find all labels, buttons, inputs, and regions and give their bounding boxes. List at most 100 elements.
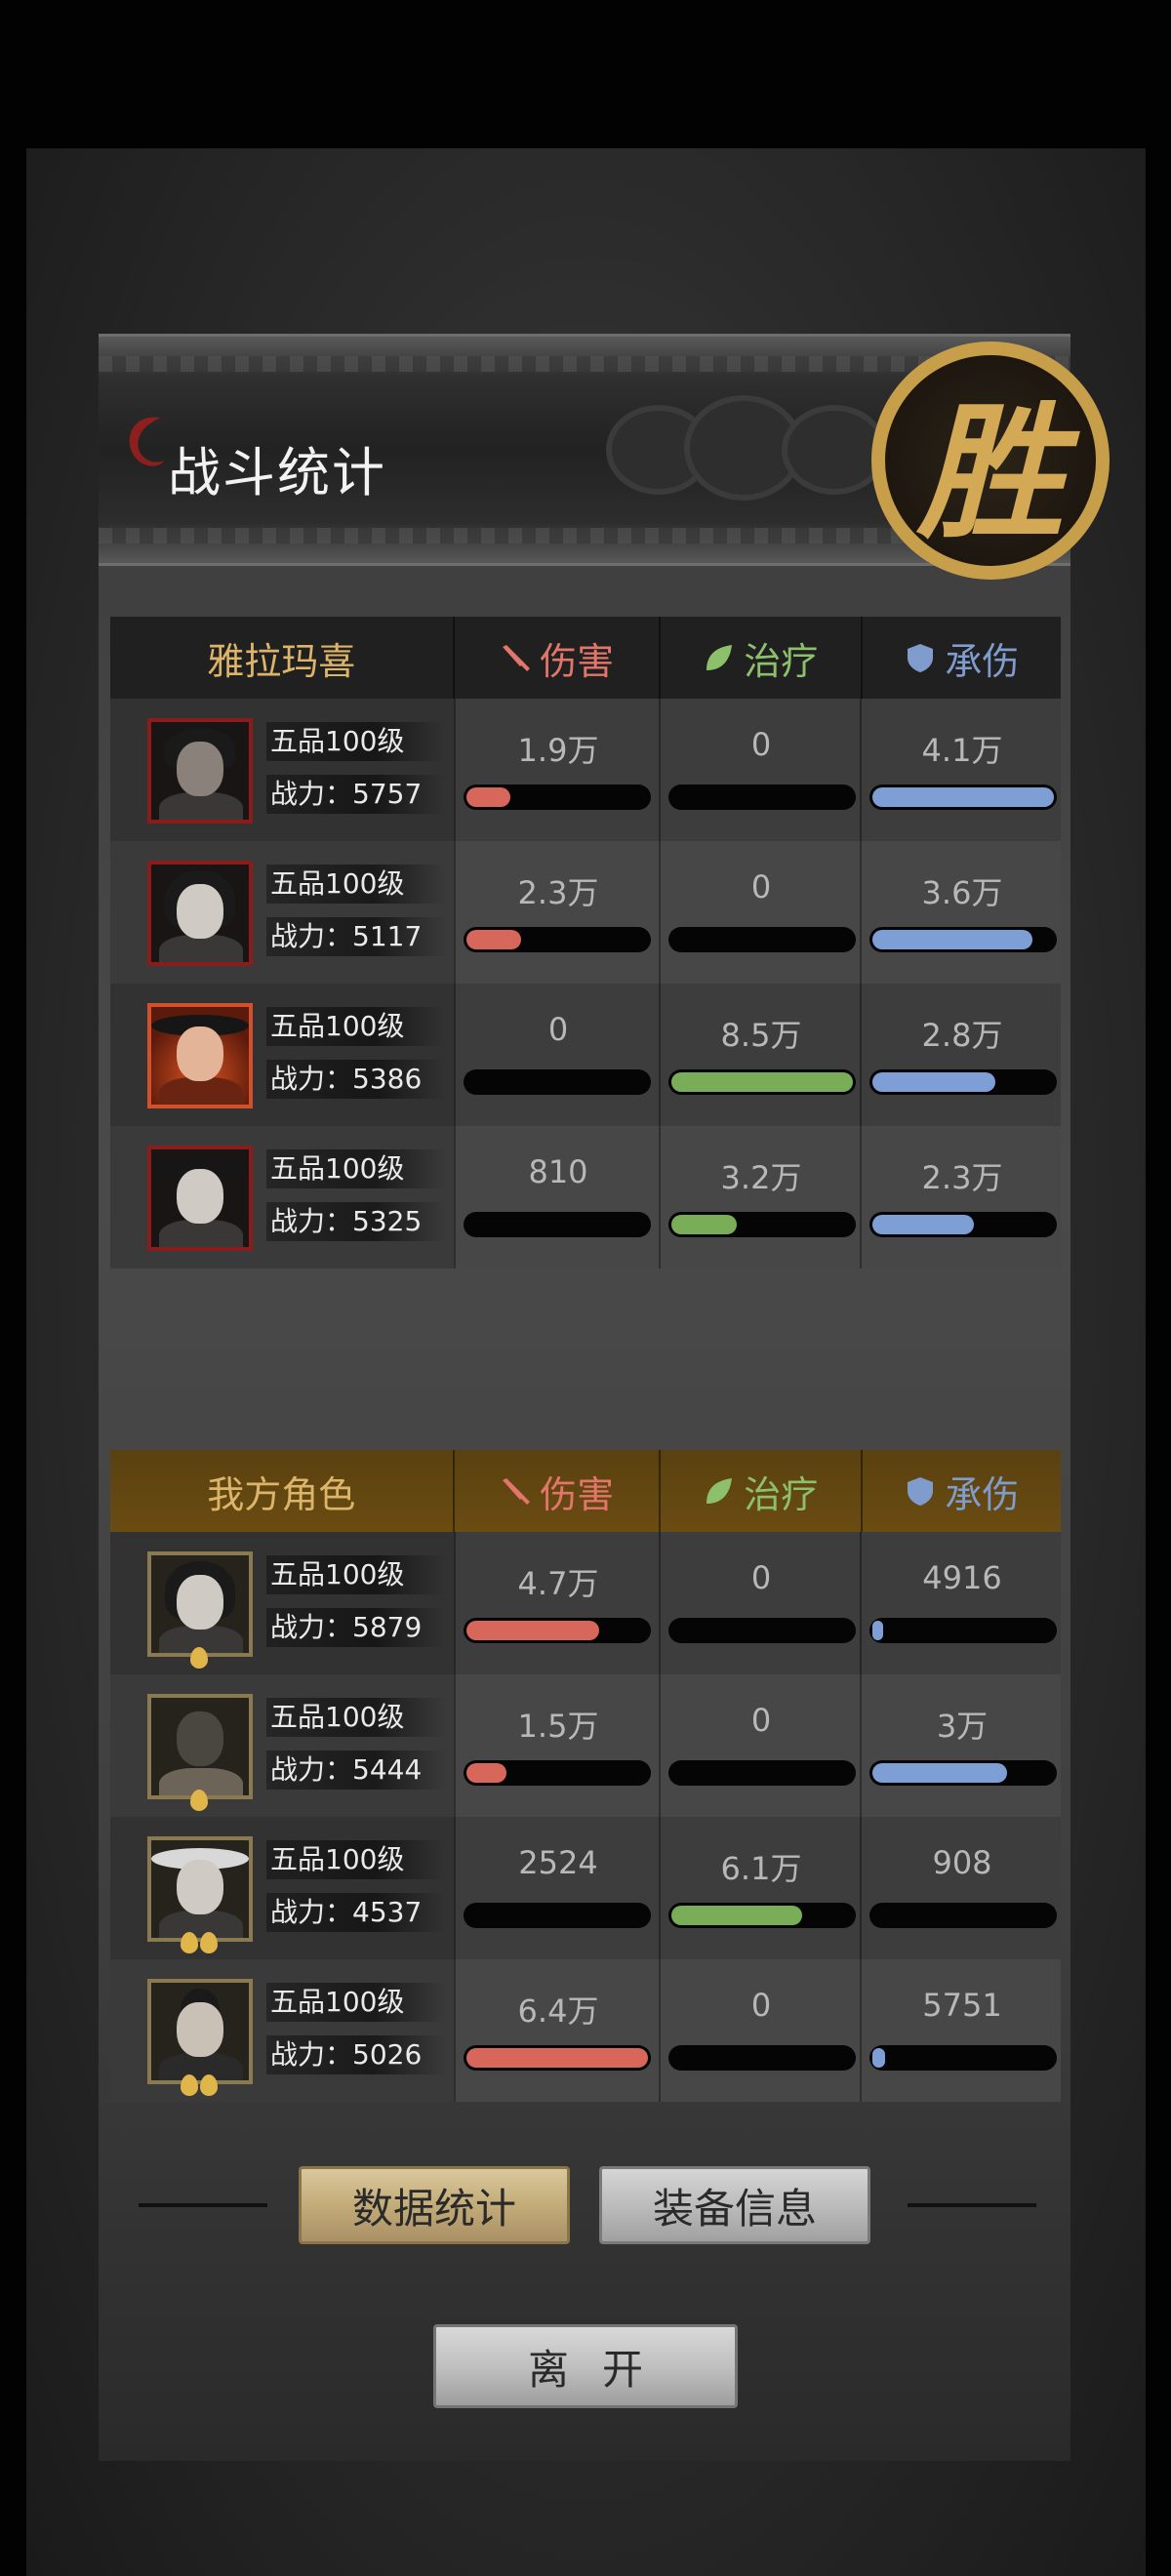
- damage-bar-fill: [466, 787, 510, 807]
- damage-value: 2.3万: [517, 874, 599, 911]
- avatar[interactable]: [147, 1694, 253, 1799]
- enemy-team-name: 雅拉玛喜: [207, 639, 356, 683]
- healing-bar: [668, 1618, 856, 1643]
- hero-rank: 五品100级: [266, 865, 446, 904]
- healing-column-label: 治疗: [744, 639, 819, 683]
- tanked-bar: [869, 1760, 1057, 1786]
- damage-bar-fill: [466, 2048, 648, 2068]
- healing-column-header: 治疗: [658, 617, 861, 699]
- healing-bar: [668, 1903, 856, 1928]
- healing-bar: [668, 1212, 856, 1237]
- tanked-bar: [869, 785, 1057, 810]
- damage-value: 6.4万: [517, 1992, 599, 2030]
- leaf-icon: [707, 1478, 733, 1504]
- healing-cell: 0: [659, 1532, 862, 1674]
- healing-bar: [668, 1069, 856, 1095]
- hero-info-cell: 五品100级 战力：5325: [110, 1126, 454, 1268]
- flame-icon: [190, 1790, 208, 1811]
- damage-cell: 1.9万: [454, 699, 661, 841]
- damage-column-header: 伤害: [452, 1450, 659, 1532]
- damage-bar: [464, 1903, 651, 1928]
- flame-icon: [181, 1932, 198, 1953]
- tanked-value: 4916: [922, 1559, 1002, 1596]
- healing-bar: [668, 785, 856, 810]
- leave-button[interactable]: 离开: [433, 2324, 738, 2408]
- tanked-bar: [869, 1903, 1057, 1928]
- hero-power: 战力：5117: [266, 917, 446, 956]
- tanked-cell: 4.1万: [860, 699, 1063, 841]
- damage-value: 0: [547, 1011, 569, 1048]
- tanked-cell: 3万: [860, 1674, 1063, 1817]
- healing-cell: 0: [659, 1674, 862, 1817]
- healing-cell: 3.2万: [659, 1126, 862, 1268]
- tanked-bar-fill: [872, 1072, 996, 1092]
- hero-info-cell: 五品100级 战力：5757: [110, 699, 454, 841]
- healing-value: 8.5万: [720, 1017, 802, 1054]
- seal-character: 胜: [916, 386, 1064, 559]
- healing-column-label: 治疗: [744, 1472, 819, 1516]
- damage-cell: 810: [454, 1126, 661, 1268]
- tanked-cell: 4916: [860, 1532, 1063, 1674]
- damage-column-label: 伤害: [540, 1472, 615, 1516]
- hero-power: 战力：5386: [266, 1060, 446, 1099]
- flame-icon: [190, 1647, 208, 1669]
- tanked-value: 2.3万: [921, 1159, 1003, 1196]
- avatar[interactable]: [147, 861, 253, 966]
- healing-value: 3.2万: [720, 1159, 802, 1196]
- hero-rank: 五品100级: [266, 1698, 446, 1737]
- flame-badge: [190, 1790, 208, 1811]
- tanked-value: 3万: [936, 1708, 989, 1745]
- hero-rank: 五品100级: [266, 1149, 446, 1188]
- table-row: 五品100级 战力：5026 6.4万 0 5751: [110, 1959, 1061, 2102]
- flame-icon: [200, 1932, 218, 1953]
- hero-rank: 五品100级: [266, 722, 446, 761]
- flame-icon: [200, 2074, 218, 2096]
- damage-bar: [464, 1618, 651, 1643]
- divider-right: [908, 2203, 1036, 2207]
- avatar[interactable]: [147, 1003, 253, 1108]
- healing-value: 0: [750, 1987, 772, 2024]
- healing-value: 0: [750, 1559, 772, 1596]
- flame-icon: [181, 2074, 198, 2096]
- healing-bar: [668, 1760, 856, 1786]
- damage-bar: [464, 1760, 651, 1786]
- tanked-bar-fill: [872, 1763, 1007, 1783]
- tanked-column-label: 承伤: [945, 639, 1020, 683]
- ally-team-name: 我方角色: [207, 1472, 356, 1516]
- tanked-bar-fill: [872, 930, 1032, 949]
- damage-bar: [464, 1069, 651, 1095]
- leaf-icon: [707, 645, 733, 670]
- damage-cell: 1.5万: [454, 1674, 661, 1817]
- shield-icon: [908, 644, 934, 672]
- avatar[interactable]: [147, 718, 253, 824]
- healing-column-header: 治疗: [658, 1450, 861, 1532]
- flame-badge: [190, 1647, 208, 1669]
- damage-cell: 0: [454, 984, 661, 1126]
- hero-info-cell: 五品100级 战力：5026: [110, 1959, 454, 2102]
- healing-value: 0: [750, 868, 772, 906]
- healing-value: 0: [750, 726, 772, 763]
- avatar[interactable]: [147, 1146, 253, 1251]
- avatar[interactable]: [147, 1836, 253, 1942]
- avatar[interactable]: [147, 1979, 253, 2084]
- tanked-cell: 5751: [860, 1959, 1063, 2102]
- enemy-table-header: 雅拉玛喜 伤害 治疗 承伤: [110, 617, 1061, 699]
- flame-badge: [181, 2074, 218, 2096]
- damage-column-label: 伤害: [540, 639, 615, 683]
- healing-value: 6.1万: [720, 1850, 802, 1887]
- damage-bar: [464, 2045, 651, 2071]
- table-row: 五品100级 战力：5325 810 3.2万 2.3万: [110, 1126, 1061, 1268]
- hero-rank: 五品100级: [266, 1983, 446, 2022]
- hero-power: 战力：5026: [266, 2035, 446, 2074]
- healing-bar: [668, 927, 856, 952]
- equip-info-button[interactable]: 装备信息: [599, 2166, 870, 2244]
- data-stats-button[interactable]: 数据统计: [299, 2166, 570, 2244]
- table-row: 五品100级 战力：5117 2.3万 0 3.6万: [110, 841, 1061, 984]
- shield-icon: [908, 1477, 934, 1506]
- healing-cell: 0: [659, 699, 862, 841]
- hero-power: 战力：5879: [266, 1608, 446, 1647]
- healing-cell: 0: [659, 1959, 862, 2102]
- hero-power: 战力：5757: [266, 775, 446, 814]
- avatar[interactable]: [147, 1551, 253, 1657]
- damage-column-header: 伤害: [452, 617, 659, 699]
